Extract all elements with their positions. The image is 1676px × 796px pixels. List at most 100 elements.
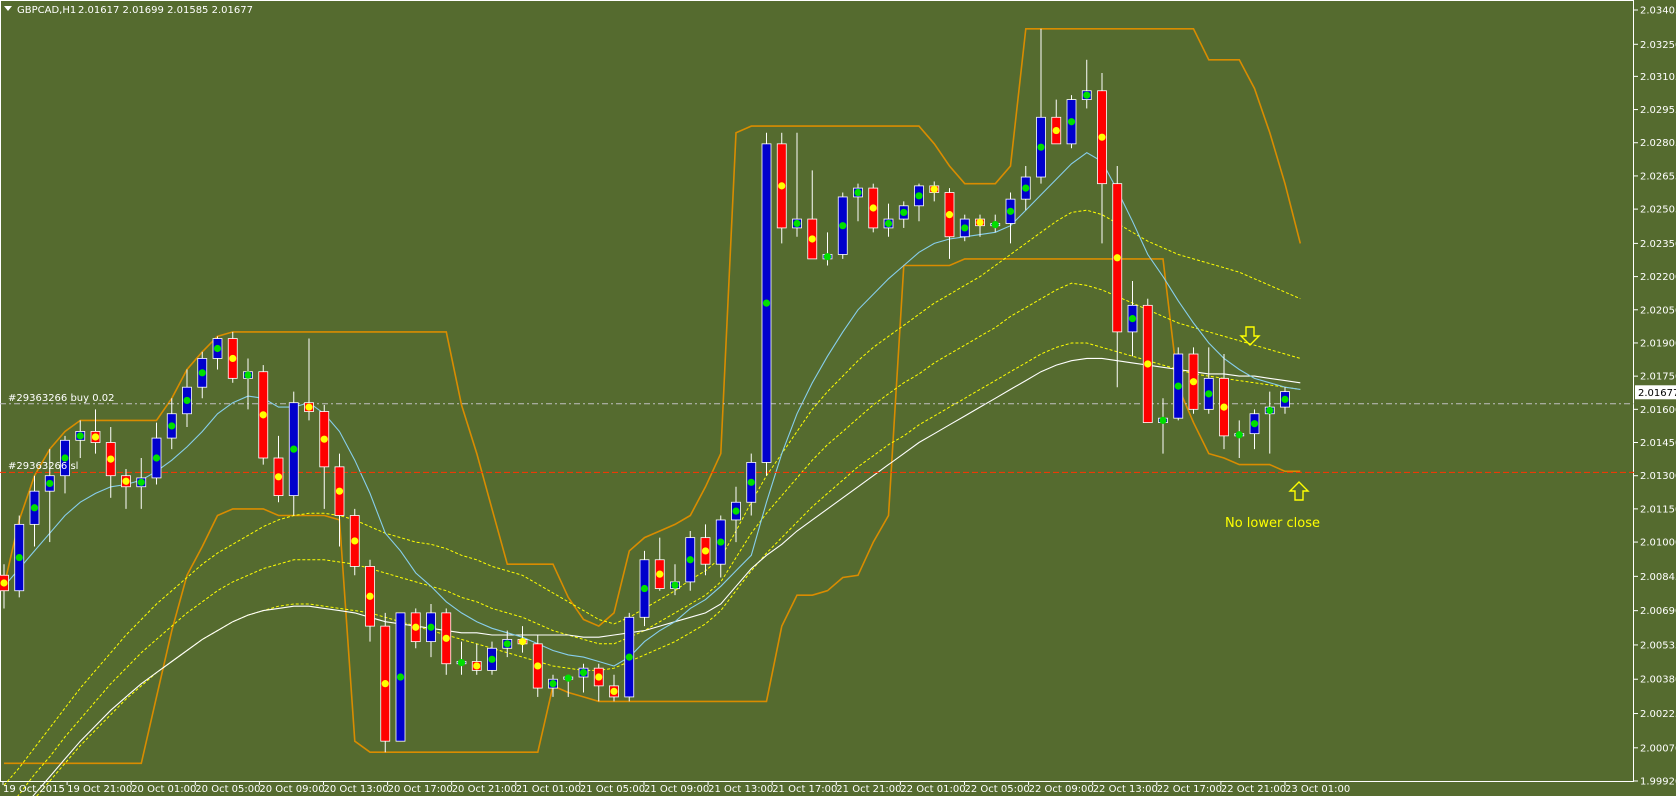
signal-dot [610,687,618,696]
ma-dashed-3-line [36,342,1301,796]
signal-dot [686,556,694,564]
y-tick-label: 2.02505 [1640,205,1676,216]
signal-dot [351,537,359,545]
signal-dot [1205,390,1213,398]
signal-dot [137,478,145,486]
signal-dot [152,454,161,462]
signal-dot [823,253,832,261]
signal-dot [762,299,771,307]
signal-dot [46,479,54,488]
signal-dot [1037,143,1045,151]
y-tick-label: 2.00845 [1640,572,1676,583]
y-tick-label: 2.00225 [1640,709,1676,720]
signal-dot [488,655,496,663]
x-tick-label: 21 Oct 01:00 [516,784,581,795]
chart-header[interactable]: GBPCAD,H1 2.01617 2.01699 2.01585 2.0167… [4,5,253,16]
x-tick-label: 20 Oct 09:00 [259,784,324,795]
buy-order-label[interactable]: #29363266 buy 0.02 [8,393,115,404]
signal-dot [869,204,877,212]
signal-dot [640,584,649,593]
y-tick-label: 2.01000 [1640,538,1676,549]
signal-dot [991,220,999,229]
signal-dot [1083,91,1091,99]
signal-dot [656,570,664,578]
signal-dot [884,219,893,228]
symbol-label: GBPCAD,H1 [17,5,76,16]
signal-dot [1098,133,1106,141]
signal-dot [839,222,847,230]
y-tick-label: 2.01900 [1640,338,1676,349]
signal-dot [717,538,725,546]
signal-dot [427,623,435,631]
signal-dot [900,208,908,217]
y-tick-label: 2.00690 [1640,606,1676,617]
signal-dot [1266,406,1274,415]
y-tick-label: 2.02805 [1640,138,1676,149]
x-tick-label: 21 Oct 09:00 [644,784,709,795]
x-tick-label: 23 Oct 01:00 [1285,784,1350,795]
signal-dot [549,680,557,688]
ma-slow-line [32,357,1301,796]
signal-dot [198,369,206,377]
y-tick-label: 2.01300 [1640,471,1676,482]
signal-dot [122,477,130,485]
no-lower-close-annotation: No lower close [1225,516,1320,531]
signal-dot [168,422,176,430]
x-tick-label: 22 Oct 05:00 [965,784,1030,795]
signal-dot [91,433,100,441]
signal-dot [335,487,344,495]
dropdown-triangle-icon[interactable] [4,6,12,11]
x-tick-label: 20 Oct 13:00 [324,784,389,795]
ohlc-label: 2.01617 2.01699 2.01585 2.01677 [78,5,253,16]
x-tick-label: 21 Oct 21:00 [836,784,901,795]
signal-dot [1006,207,1015,215]
y-tick-label: 2.01450 [1640,438,1676,449]
signal-dot [457,659,466,667]
signal-dot [1174,382,1182,390]
signal-dot [793,219,801,228]
sl-order-label[interactable]: #29363266 sl [8,461,78,472]
y-tick-label: 2.01750 [1640,372,1676,383]
signal-dot [1067,118,1076,126]
x-tick-label: 22 Oct 13:00 [1093,784,1158,795]
y-tick-label: 1.99920 [1640,777,1676,788]
x-tick-label: 20 Oct 21:00 [452,784,517,795]
chart-window: 2.03405 2.03250 2.03105 2.02955 2.02805 2.026… [0,0,1676,796]
signal-dot [1189,378,1198,386]
signal-dot [213,344,222,353]
signal-dot [701,547,710,555]
signal-dot [1235,431,1243,439]
signal-dot [503,640,511,648]
signal-dot [534,662,542,670]
candles [0,28,1290,753]
signal-dot [0,579,8,587]
signal-dot [305,403,313,411]
signal-dot [625,653,633,661]
signal-dot [579,668,588,677]
order-levels [0,403,1634,473]
price-chart[interactable]: 2.03405 2.03250 2.03105 2.02955 2.02805 2.026… [0,0,1676,796]
signal-dot [976,218,984,226]
signal-dot [854,188,862,197]
time-axis: 19 Oct 2015 19 Oct 21:0020 Oct 01:0020 Oc… [2,781,1350,795]
x-tick-label: 19 Oct 2015 [3,784,65,795]
signal-dot [747,478,755,486]
x-tick-label: 22 Oct 01:00 [900,784,965,795]
signal-dot [30,504,39,512]
signal-dot [1159,416,1167,424]
signal-dot [915,192,923,200]
signal-dot [473,662,481,670]
y-tick-label: 2.00535 [1640,640,1676,651]
signal-dot [1113,254,1121,262]
signal-dot [396,673,405,681]
signal-dot [1281,395,1289,403]
signal-dot [290,445,298,453]
signal-dot [778,182,786,190]
signal-dot [15,553,23,562]
signal-dot [1128,315,1137,323]
signal-dot [76,432,84,440]
channel-lower-line [4,258,1301,765]
signal-dot [1022,184,1030,192]
x-tick-label: 20 Oct 05:00 [195,784,260,795]
signal-dot [961,224,969,232]
